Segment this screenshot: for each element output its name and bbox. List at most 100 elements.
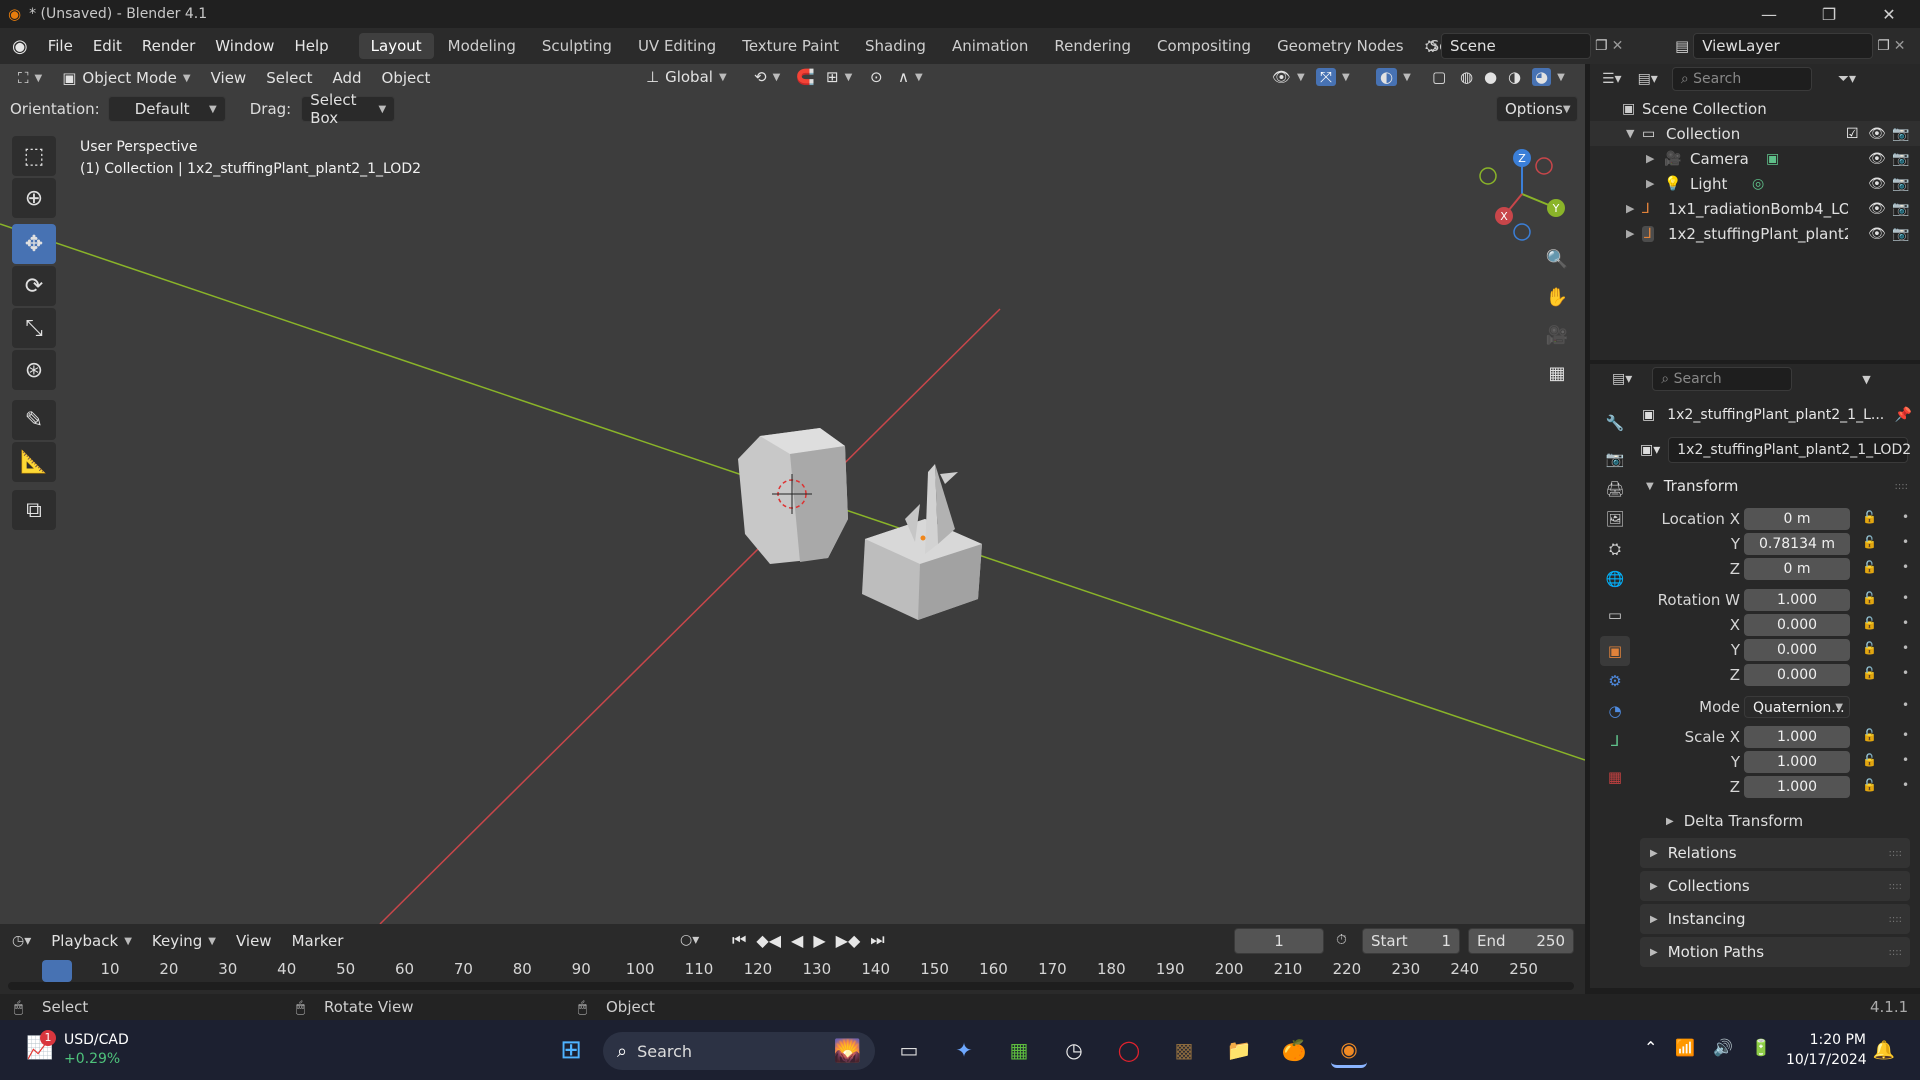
- rotation-mode-dropdown[interactable]: Quaternion... ▼: [1744, 696, 1850, 718]
- collections-panel[interactable]: ▶ Collections ::::: [1640, 871, 1910, 901]
- windows-start-icon[interactable]: ⊞: [553, 1032, 589, 1068]
- view-layer-icon[interactable]: ▤: [1675, 37, 1689, 55]
- filter-icon[interactable]: ⏷▾: [1838, 71, 1856, 87]
- keyframe-dot-icon[interactable]: •: [1902, 560, 1909, 574]
- motion-paths-panel[interactable]: ▶ Motion Paths ::::: [1640, 937, 1910, 967]
- delete-scene-icon[interactable]: ✕: [1612, 38, 1624, 54]
- overlay-toggle-icon[interactable]: ◐ ▼: [1366, 68, 1421, 86]
- menu-render[interactable]: Render: [132, 37, 205, 55]
- display-mode-icon[interactable]: ▤▾: [1638, 71, 1658, 87]
- lock-icon[interactable]: 🔓: [1862, 641, 1877, 655]
- navigation-gizmo[interactable]: Z Y X: [1470, 144, 1580, 254]
- properties-search-input[interactable]: ⌕ Search: [1652, 367, 1793, 391]
- expand-arrow-icon[interactable]: ▶: [1626, 202, 1634, 215]
- scale-y-field[interactable]: 1.000: [1744, 751, 1850, 773]
- battery-icon[interactable]: 🔋: [1751, 1038, 1771, 1057]
- tab-modeling[interactable]: Modeling: [436, 33, 528, 59]
- location-z-field[interactable]: 0 m: [1744, 558, 1850, 580]
- view-layer-tab-icon[interactable]: 🖼: [1600, 504, 1630, 534]
- visibility-eye-icon[interactable]: 👁: [1868, 226, 1886, 242]
- visibility-eye-icon[interactable]: 👁: [1868, 126, 1886, 142]
- physics-tab-icon[interactable]: ◔: [1600, 696, 1630, 726]
- menu-help[interactable]: Help: [284, 37, 338, 55]
- instancing-panel[interactable]: ▶ Instancing ::::: [1640, 904, 1910, 934]
- new-view-layer-icon[interactable]: ❐: [1877, 38, 1890, 54]
- location-x-field[interactable]: 0 m: [1744, 508, 1850, 530]
- scale-z-field[interactable]: 1.000: [1744, 776, 1850, 798]
- render-camera-icon[interactable]: 📷: [1892, 226, 1909, 242]
- drag-grip-icon[interactable]: ::::: [1889, 914, 1902, 925]
- clock[interactable]: 1:20 PM 10/17/2024: [1786, 1030, 1867, 1070]
- keyframe-dot-icon[interactable]: •: [1902, 728, 1909, 742]
- move-tool-icon[interactable]: ✥: [12, 224, 56, 264]
- keyframe-dot-icon[interactable]: •: [1902, 616, 1909, 630]
- properties-editor-icon[interactable]: ▤▾: [1612, 371, 1632, 387]
- tool-tab-icon[interactable]: 🔧: [1600, 408, 1630, 438]
- viewport-menu-add[interactable]: Add: [323, 69, 372, 87]
- menu-window[interactable]: Window: [205, 37, 284, 55]
- blender-menu-icon[interactable]: ◉: [12, 36, 28, 57]
- 3d-viewport[interactable]: ⛶ ▼ ▣ Object Mode ▼ View Select Add Object…: [0, 64, 1585, 924]
- camera-view-icon[interactable]: 🎥: [1540, 318, 1574, 352]
- cursor-tool-icon[interactable]: ⊕: [12, 178, 56, 218]
- copilot-icon[interactable]: ✦: [946, 1032, 982, 1068]
- tab-layout[interactable]: Layout: [358, 33, 434, 59]
- outliner-item-radiation-bomb[interactable]: ▶ ⅃ 1x1_radiationBomb4_LOD 👁 📷: [1590, 196, 1920, 221]
- tab-sculpting[interactable]: Sculpting: [530, 33, 624, 59]
- close-icon[interactable]: ✕: [1860, 0, 1918, 28]
- menu-edit[interactable]: Edit: [83, 37, 132, 55]
- task-view-icon[interactable]: ▭: [891, 1032, 927, 1068]
- keyframe-dot-icon[interactable]: •: [1902, 535, 1909, 549]
- playhead[interactable]: [42, 960, 72, 982]
- modifiers-tab-icon[interactable]: ⚙: [1600, 666, 1630, 696]
- visibility-eye-icon[interactable]: 👁: [1868, 176, 1886, 192]
- collection-tab-icon[interactable]: ▭: [1600, 600, 1630, 630]
- outliner-item-light[interactable]: ▶ 💡 Light ◎ 👁 📷: [1590, 171, 1920, 196]
- delete-view-layer-icon[interactable]: ✕: [1894, 38, 1906, 54]
- visibility-eye-icon[interactable]: 👁: [1868, 201, 1886, 217]
- timeline-scrollbar[interactable]: [8, 982, 1574, 990]
- file-explorer-icon[interactable]: 📁: [1221, 1032, 1257, 1068]
- clock-app-icon[interactable]: ◷: [1056, 1032, 1092, 1068]
- mode-dropdown[interactable]: ▣ Object Mode ▼: [52, 69, 200, 87]
- object-browse-icon[interactable]: ▣▾: [1640, 442, 1660, 458]
- annotate-tool-icon[interactable]: ✎: [12, 400, 56, 440]
- lock-icon[interactable]: 🔓: [1862, 510, 1877, 524]
- rendered-shading-icon[interactable]: ◕ ▼: [1522, 68, 1575, 86]
- volume-icon[interactable]: 🔊: [1713, 1038, 1733, 1057]
- falloff-icon[interactable]: ∧ ▼: [888, 68, 933, 86]
- relations-panel[interactable]: ▶ Relations ::::: [1640, 838, 1910, 868]
- menu-file[interactable]: File: [38, 37, 83, 55]
- minecraft-launcher-icon[interactable]: ▩: [1166, 1032, 1202, 1068]
- render-camera-icon[interactable]: 📷: [1892, 151, 1909, 167]
- expand-arrow-icon[interactable]: ▶: [1646, 177, 1654, 190]
- render-camera-icon[interactable]: 📷: [1892, 201, 1909, 217]
- tab-texture-paint[interactable]: Texture Paint: [730, 33, 851, 59]
- keyframe-dot-icon[interactable]: •: [1902, 698, 1909, 712]
- world-tab-icon[interactable]: 🌐: [1600, 564, 1630, 594]
- pin-icon[interactable]: 📌: [1895, 407, 1912, 423]
- lock-icon[interactable]: 🔓: [1862, 666, 1877, 680]
- zoom-icon[interactable]: 🔍: [1540, 242, 1574, 276]
- drag-grip-icon[interactable]: ::::: [1889, 881, 1902, 892]
- exclude-checkbox-icon[interactable]: ☑: [1846, 126, 1859, 142]
- add-cube-tool-icon[interactable]: ⧉: [12, 490, 56, 530]
- keyframe-dot-icon[interactable]: •: [1902, 591, 1909, 605]
- location-y-field[interactable]: 0.78134 m: [1744, 533, 1850, 555]
- viewport-menu-object[interactable]: Object: [372, 69, 441, 87]
- lock-icon[interactable]: 🔓: [1862, 728, 1877, 742]
- blender-taskbar-icon[interactable]: ◉: [1331, 1032, 1367, 1068]
- rotate-tool-icon[interactable]: ⟳: [12, 266, 56, 306]
- lock-icon[interactable]: 🔓: [1862, 535, 1877, 549]
- object-data-tab-icon[interactable]: ⅃: [1600, 726, 1630, 756]
- outliner-item-scene-collection[interactable]: ▣ Scene Collection: [1590, 96, 1920, 121]
- expand-arrow-icon[interactable]: ▶: [1626, 227, 1634, 240]
- keyframe-dot-icon[interactable]: •: [1902, 641, 1909, 655]
- lock-icon[interactable]: 🔓: [1862, 560, 1877, 574]
- lock-icon[interactable]: 🔓: [1862, 616, 1877, 630]
- scene-field[interactable]: Scene: [1441, 33, 1592, 59]
- taskbar-search[interactable]: ⌕ Search 🌄: [603, 1032, 875, 1070]
- object-name-field[interactable]: 1x2_stuffingPlant_plant2_1_LOD2: [1668, 437, 1911, 463]
- drag-grip-icon[interactable]: ::::: [1889, 848, 1902, 859]
- editor-type-icon[interactable]: ⛶ ▼: [8, 69, 52, 87]
